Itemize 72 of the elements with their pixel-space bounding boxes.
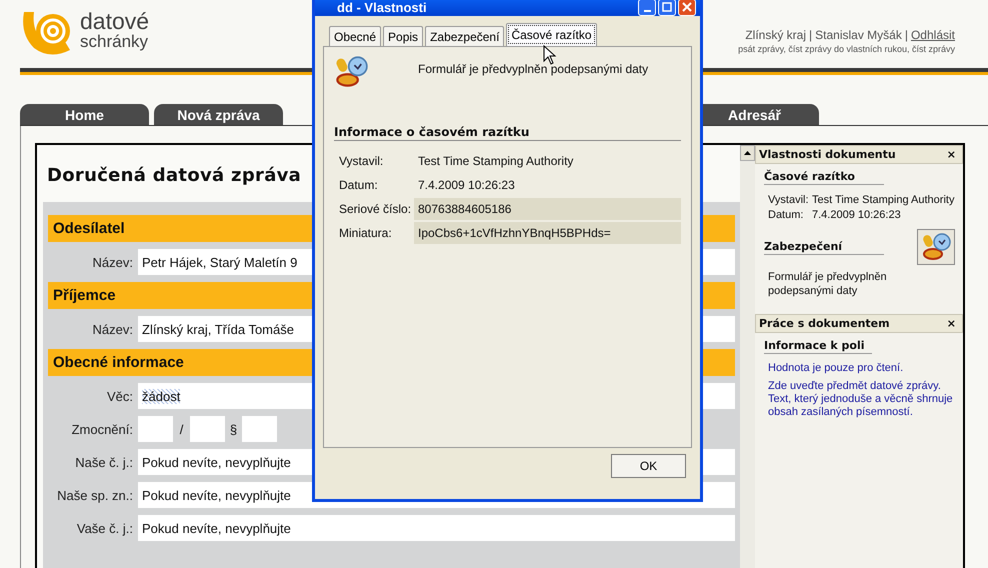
field-value: žádost [142,388,180,404]
scroll-up-icon[interactable] [744,151,751,155]
panel-title: Práce s dokumentem [759,317,890,330]
input-field[interactable]: Pokud nevíte, nevyplňujte [138,515,735,541]
info-value: 7.4.2009 10:26:23 [417,177,516,194]
minimize-button[interactable] [638,0,656,16]
message-text: Formulář je předvyplněn podepsanými daty [418,62,648,76]
separator: § [228,422,238,436]
logo-text: schránky [80,33,150,50]
block-heading: Informace k poli [764,339,872,354]
help-text: Zde uveďte předmět datové zprávy. Text, který jednoduše a věcně shrnuje obsah zasílaných písemností. [768,380,954,419]
close-icon [682,2,692,12]
field-value: Pokud nevíte, nevyplňujte [142,520,291,536]
close-icon[interactable]: × [946,148,956,161]
info-label: Miniatura: [338,226,393,240]
field-label: Věc: [106,388,134,404]
stamp-icon [921,232,951,262]
field-value: Pokud nevíte, nevyplňujte [142,454,291,470]
field-label: Zmocnění: [70,422,134,436]
field-label: Naše sp. zn.: [56,488,134,502]
info-label: Seriové číslo: [338,202,412,216]
scrollbar[interactable] [740,143,755,568]
dialog-tab[interactable]: Zabezpečení [425,26,504,46]
panel-title: Vlastnosti dokumentu [759,148,896,161]
info-value: 80763884605186 [414,198,681,220]
cursor-icon [543,45,557,65]
user-info-text: Stanislav Myšák [815,28,902,42]
minimize-icon [644,10,650,12]
field-value: Zlínský kraj, Třída Tomáše [142,322,294,336]
field-label: Název: [92,322,134,336]
window-title: dd - Vlastnosti [337,0,427,14]
info-label: Datum: [338,178,379,192]
field-label: Vaše č. j.: [76,520,134,536]
separator: | [904,28,908,42]
input-field[interactable] [190,416,225,442]
info-value: IpoCbs6+1cVfHzhnYBnqH5BPHds= [414,222,681,244]
dialog-tab[interactable]: Popis [383,26,424,46]
info-value: 7.4.2009 10:26:23 [812,208,901,223]
field-label: Název: [92,254,134,270]
separator: | [809,28,812,42]
form-title: Doručená datová zpráva [46,164,302,188]
maximize-button[interactable] [658,0,676,16]
close-icon[interactable]: × [946,317,956,330]
info-value: Test Time Stamping Authority [812,193,954,208]
dialog-tab[interactable]: Časové razítko [506,23,596,46]
user-info-text: Zlínský kraj [745,28,806,42]
field-label: Naše č. j.: [74,454,134,470]
security-text: Formulář je předvyplněn podepsanými daty [768,270,888,298]
logo-text: datové [80,10,150,33]
close-button[interactable] [678,0,696,16]
separator: / [178,422,184,436]
ok-button[interactable]: OK [611,454,686,478]
maximize-icon [662,2,672,12]
section-title: Informace o časovém razítku [334,125,681,141]
input-field[interactable] [242,416,277,442]
block-heading: Časové razítko [764,170,884,185]
nav-tab[interactable]: Nová zpráva [154,104,283,125]
block-heading: Zabezpečení [764,240,884,254]
info-label: Vystavil: [338,154,384,168]
input-field[interactable] [138,416,173,442]
nav-tab[interactable]: Home [20,104,149,125]
field-value: Pokud nevíte, nevyplňujte [142,488,291,502]
stamp-icon [334,55,368,89]
help-text: Hodnota je pouze pro čtení. [768,362,904,375]
info-label: Vystavil: [768,193,808,208]
info-value: Test Time Stamping Authority [417,153,574,170]
info-label: Datum: [768,208,804,223]
stamp-button[interactable] [917,229,955,265]
permissions-text: psát zprávy, číst zprávy do vlastních rukou, číst zprávy [738,44,955,54]
field-value: Petr Hájek, Starý Maletín 9 [142,254,298,270]
dialog-tab[interactable]: Obecné [329,26,382,46]
logout-link[interactable]: Odhlásit [910,28,955,42]
